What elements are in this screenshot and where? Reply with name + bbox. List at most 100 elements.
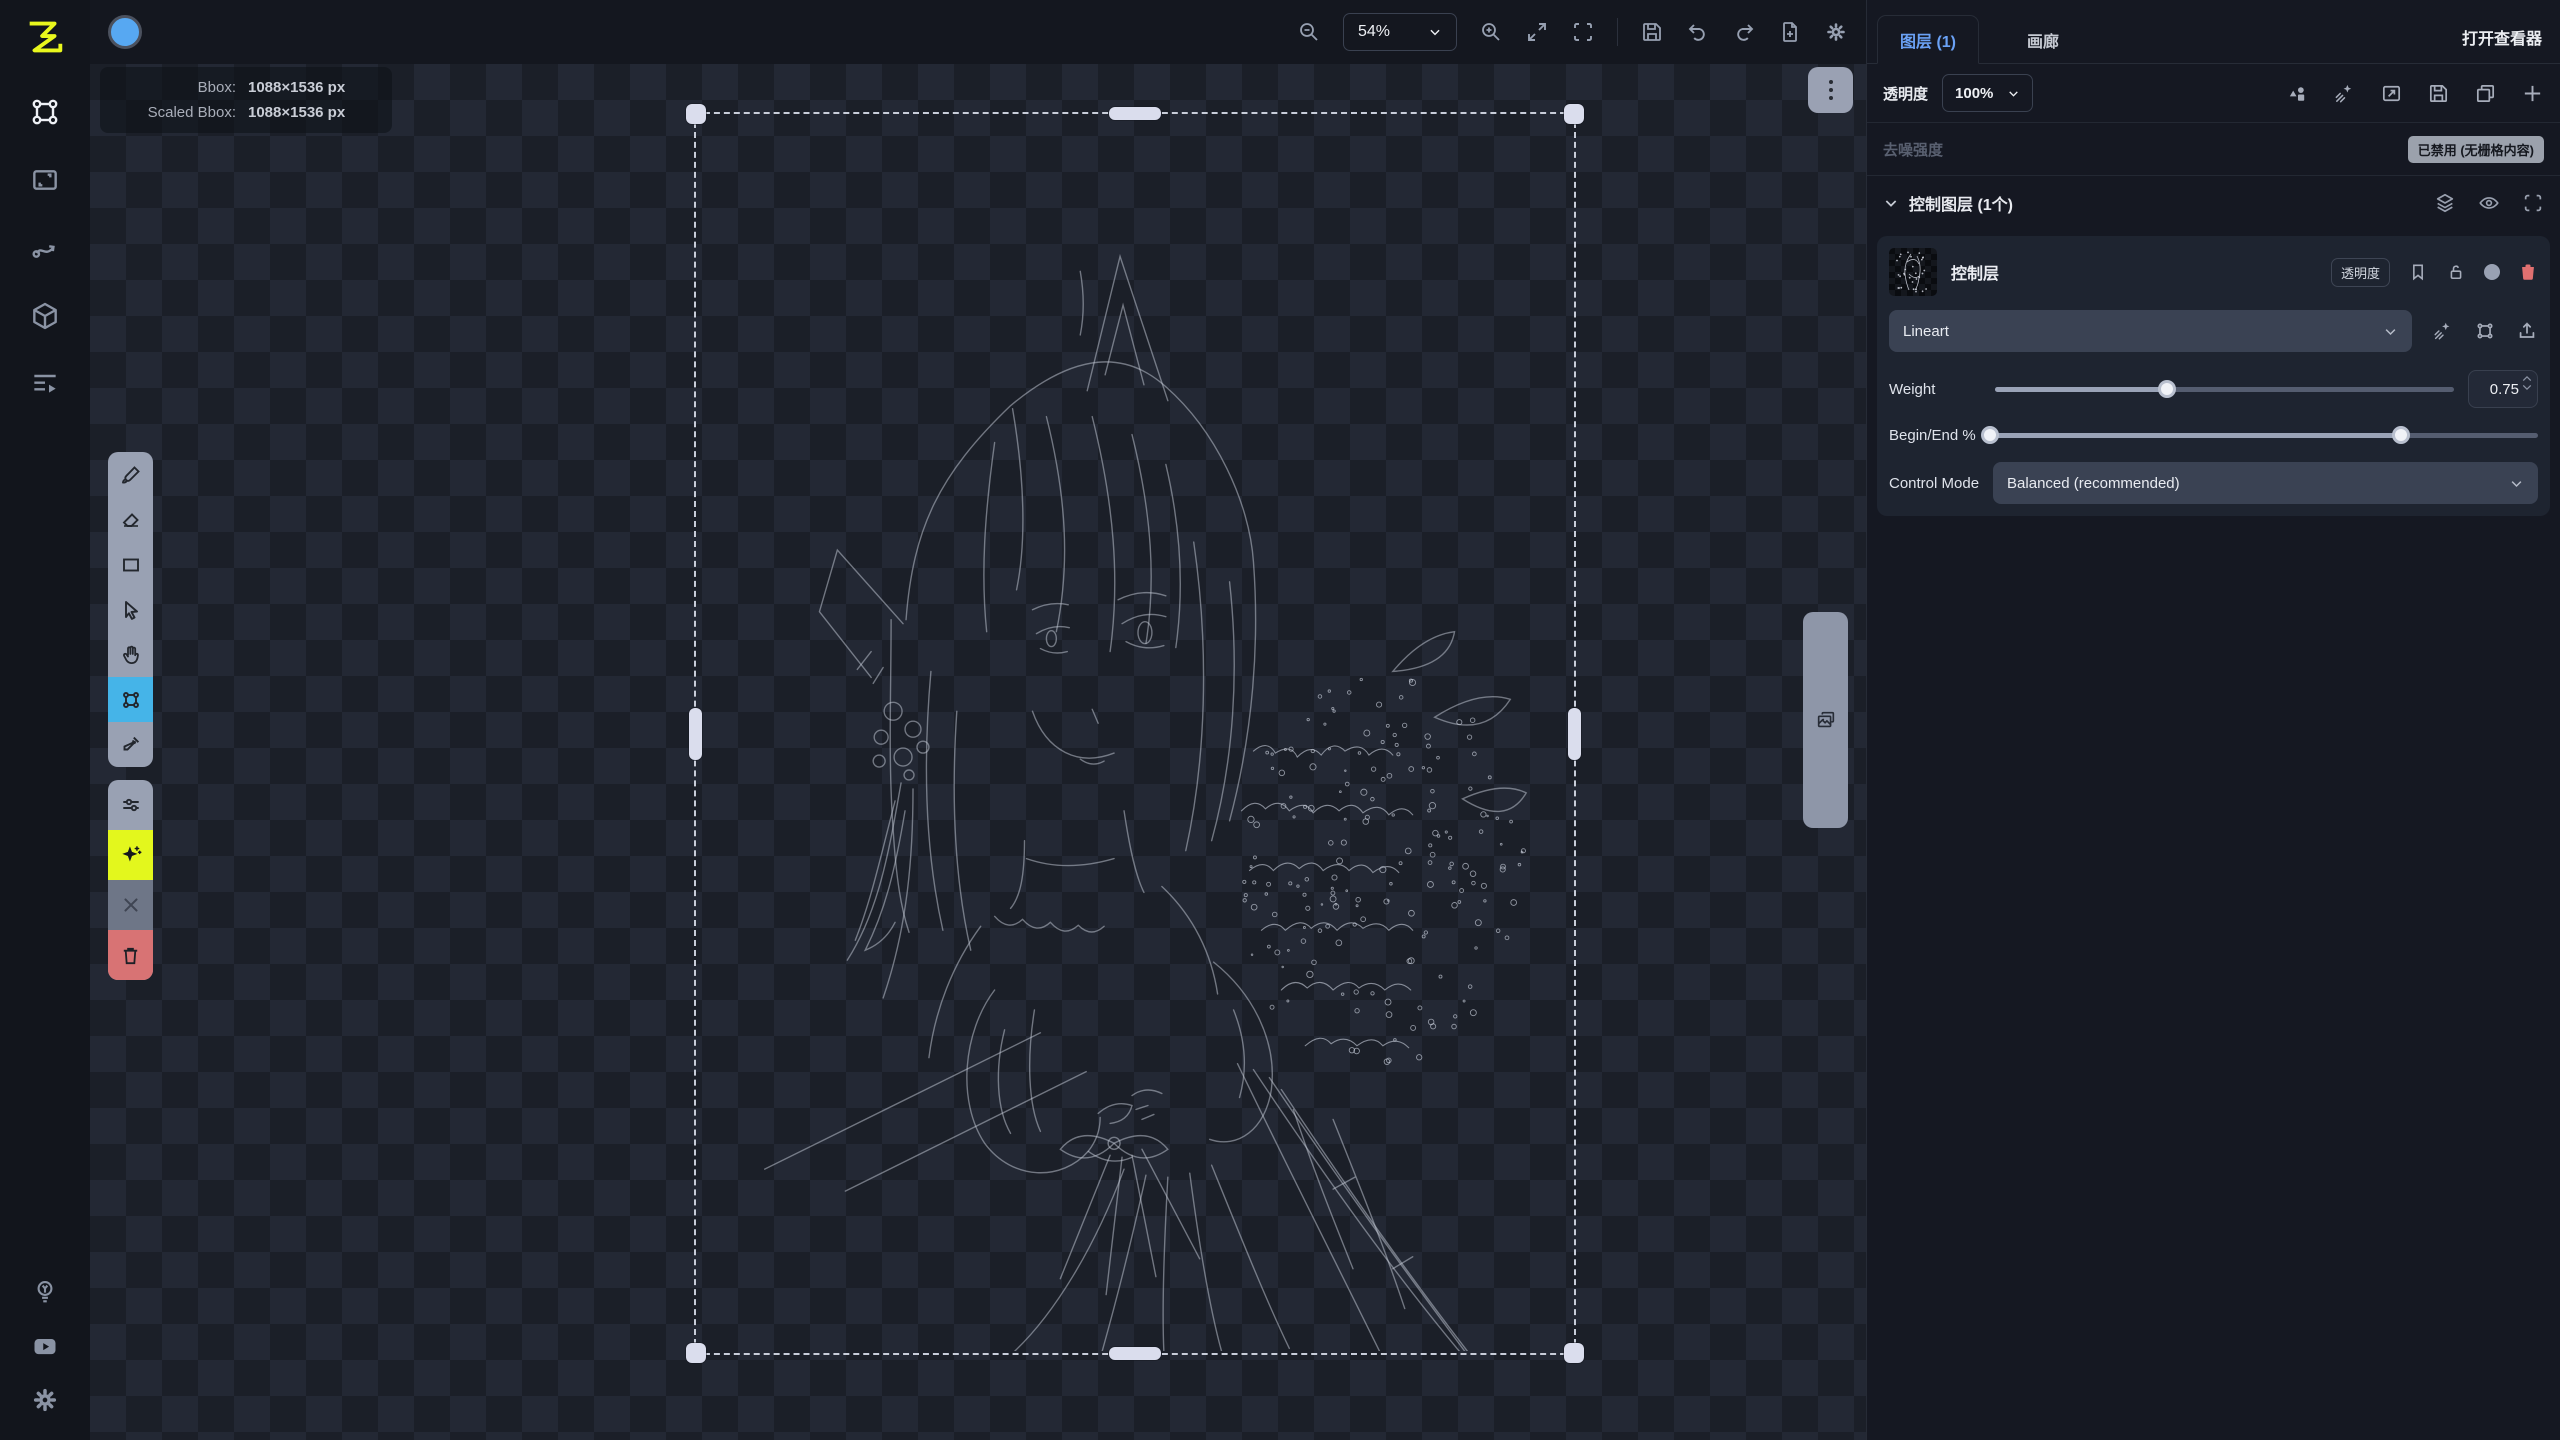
control-mode-row: Control Mode Balanced (recommended) xyxy=(1889,462,2538,504)
tool-group-actions xyxy=(108,780,153,980)
weight-value-input[interactable] xyxy=(2469,381,2519,398)
canvas-workspace[interactable]: Bbox: 1088×1536 px Scaled Bbox: 1088×153… xyxy=(90,64,1866,1440)
bbox-handle-bottom-left[interactable] xyxy=(686,1343,706,1363)
open-viewer-link[interactable]: 打开查看器 xyxy=(2462,25,2550,49)
bbox-handle-bottom[interactable] xyxy=(1109,1347,1161,1360)
generation-bbox[interactable] xyxy=(694,112,1576,1355)
fit-frame-icon[interactable] xyxy=(2380,82,2403,105)
eyedropper-tool[interactable] xyxy=(108,722,153,767)
zoom-in-icon[interactable] xyxy=(1479,20,1503,44)
tab-gallery[interactable]: 画廊 xyxy=(2005,16,2081,63)
tab-layers[interactable]: 图层 (1) xyxy=(1877,15,1979,64)
bbox-handle-top-right[interactable] xyxy=(1564,104,1584,124)
nav-workflows-icon[interactable] xyxy=(29,232,61,264)
shooting-star-icon[interactable] xyxy=(2333,82,2356,105)
brush-tool[interactable] xyxy=(108,452,153,497)
cancel-x-tool[interactable] xyxy=(108,880,153,930)
nav-upscale-icon[interactable] xyxy=(29,164,61,196)
zoom-out-icon[interactable] xyxy=(1297,20,1321,44)
model-row: Lineart xyxy=(1889,310,2538,352)
bbox-handle-top[interactable] xyxy=(1109,107,1161,120)
shooting-star-icon[interactable] xyxy=(2432,320,2454,342)
rectangle-tool[interactable] xyxy=(108,542,153,587)
video-tutorials-icon[interactable] xyxy=(31,1332,59,1360)
shapes-icon[interactable] xyxy=(2286,82,2309,105)
zoom-level-value: 54% xyxy=(1358,23,1390,41)
layer-opacity-chip[interactable]: 透明度 xyxy=(2331,258,2390,287)
bookmark-icon[interactable] xyxy=(2408,262,2428,282)
bbox-handle-left[interactable] xyxy=(689,708,702,760)
layers-stack-icon[interactable] xyxy=(2434,192,2456,214)
nav-models-icon[interactable] xyxy=(29,300,61,332)
denoise-row: 去噪强度 已禁用 (无栅格内容) xyxy=(1867,123,2560,175)
denoise-disabled-badge: 已禁用 (无栅格内容) xyxy=(2408,136,2544,163)
control-mode-select[interactable]: Balanced (recommended) xyxy=(1993,462,2538,504)
global-opacity-row: 透明度 100% xyxy=(1867,64,2560,122)
fit-to-view-icon[interactable] xyxy=(1525,20,1549,44)
layer-header: 控制层 透明度 xyxy=(1889,248,2538,296)
begin-end-range-slider[interactable] xyxy=(1990,426,2538,444)
nav-canvas-icon[interactable] xyxy=(29,96,61,128)
left-nav-rail xyxy=(0,0,91,1440)
invoke-app: 54% xyxy=(0,0,2560,1440)
color-swatch[interactable] xyxy=(108,15,142,49)
filters-tool[interactable] xyxy=(108,780,153,830)
upload-icon[interactable] xyxy=(2516,320,2538,342)
help-lightbulb-icon[interactable] xyxy=(31,1278,59,1306)
toolbar-divider xyxy=(1617,18,1618,46)
toolbar-controls: 54% xyxy=(1297,13,1848,51)
canvas-toolbar: 54% xyxy=(90,0,1866,64)
begin-end-label: Begin/End % xyxy=(1889,427,1976,444)
save-canvas-icon[interactable] xyxy=(1640,20,1664,44)
layer-thumbnail[interactable] xyxy=(1889,248,1937,296)
control-layers-actions xyxy=(2434,192,2544,214)
denoise-label: 去噪强度 xyxy=(1883,139,1943,160)
canvas-settings-gear-icon[interactable] xyxy=(1824,20,1848,44)
undo-icon[interactable] xyxy=(1686,20,1710,44)
pan-hand-tool[interactable] xyxy=(108,632,153,677)
weight-slider-thumb[interactable] xyxy=(2158,380,2176,398)
weight-number-input[interactable] xyxy=(2468,370,2538,408)
nav-queue-icon[interactable] xyxy=(29,368,61,400)
bbox-corners-icon[interactable] xyxy=(2474,320,2496,342)
number-steppers[interactable] xyxy=(2522,375,2532,391)
bbox-frame-icon[interactable] xyxy=(2522,192,2544,214)
canvas-menu-button[interactable] xyxy=(1808,67,1853,113)
new-canvas-icon[interactable] xyxy=(1778,20,1802,44)
weight-label: Weight xyxy=(1889,381,1981,398)
duplicate-icon[interactable] xyxy=(2474,82,2497,105)
opacity-select[interactable]: 100% xyxy=(1942,74,2033,112)
add-layer-plus-icon[interactable] xyxy=(2521,82,2544,105)
bbox-handle-right[interactable] xyxy=(1568,708,1581,760)
unlock-icon[interactable] xyxy=(2446,262,2466,282)
layer-color-dot[interactable] xyxy=(2484,264,2500,280)
begin-thumb[interactable] xyxy=(1981,426,1999,444)
delete-layer-icon[interactable] xyxy=(2518,262,2538,282)
weight-row: Weight xyxy=(1889,370,2538,408)
layer-name: 控制层 xyxy=(1951,260,1999,284)
chevron-down-icon xyxy=(1428,25,1442,39)
begin-end-row: Begin/End % xyxy=(1889,426,2538,444)
delete-trash-tool[interactable] xyxy=(108,930,153,980)
select-cursor-tool[interactable] xyxy=(108,587,153,632)
scaled-bbox-label: Scaled Bbox: xyxy=(118,104,236,121)
gallery-drawer-handle[interactable] xyxy=(1803,612,1848,828)
frame-region-icon[interactable] xyxy=(1571,20,1595,44)
end-thumb[interactable] xyxy=(2392,426,2410,444)
invoke-sparkle-tool[interactable] xyxy=(108,830,153,880)
rail-nav xyxy=(29,96,61,400)
visibility-eye-icon[interactable] xyxy=(2478,192,2500,214)
bbox-handle-bottom-right[interactable] xyxy=(1564,1343,1584,1363)
redo-icon[interactable] xyxy=(1732,20,1756,44)
bbox-handle-top-left[interactable] xyxy=(686,104,706,124)
weight-slider[interactable] xyxy=(1995,380,2454,398)
bbox-tool[interactable] xyxy=(108,677,153,722)
save-icon[interactable] xyxy=(2427,82,2450,105)
control-model-select[interactable]: Lineart xyxy=(1889,310,2412,352)
settings-gear-icon[interactable] xyxy=(31,1386,59,1414)
collapse-chevron-icon[interactable] xyxy=(1883,195,1899,211)
lineart-sketch xyxy=(696,114,1574,1351)
eraser-tool[interactable] xyxy=(108,497,153,542)
chevron-down-icon xyxy=(2509,476,2524,491)
zoom-level-select[interactable]: 54% xyxy=(1343,13,1457,51)
